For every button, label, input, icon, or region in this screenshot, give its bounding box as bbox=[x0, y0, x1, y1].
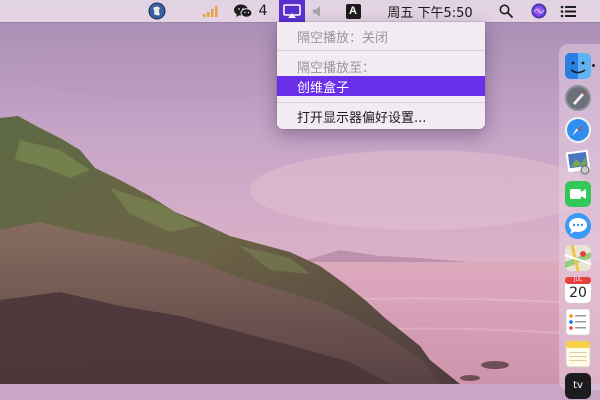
wechat-badge-count: 4 bbox=[258, 3, 268, 19]
notes-icon[interactable] bbox=[564, 340, 592, 368]
messages-icon[interactable] bbox=[564, 212, 592, 240]
airplay-status-item: 隔空播放：关闭 bbox=[277, 26, 485, 46]
menu-separator bbox=[277, 102, 485, 103]
calendar-month: JUL bbox=[574, 277, 582, 283]
control-list-icon[interactable] bbox=[558, 0, 578, 22]
airplay-menu: 隔空播放：关闭 隔空播放至： 创维盒子 打开显示器偏好设置... bbox=[277, 22, 485, 129]
display-preferences-item[interactable]: 打开显示器偏好设置... bbox=[277, 106, 485, 126]
menu-separator bbox=[277, 50, 485, 51]
volume-icon[interactable] bbox=[309, 0, 327, 22]
facetime-icon[interactable] bbox=[564, 180, 592, 208]
input-source-letter: A bbox=[345, 3, 361, 19]
apple-tv-label: tv bbox=[573, 380, 583, 391]
input-source-icon[interactable]: A bbox=[344, 0, 362, 22]
maps-icon[interactable] bbox=[564, 244, 592, 272]
finder-running-indicator bbox=[592, 64, 595, 67]
globe-app-icon[interactable] bbox=[146, 0, 168, 22]
airplay-icon[interactable] bbox=[279, 0, 305, 22]
display-preferences-label: 打开显示器偏好设置... bbox=[297, 110, 427, 126]
launchpad-icon[interactable] bbox=[564, 84, 592, 112]
calendar-icon[interactable]: JUL 20 bbox=[564, 276, 592, 304]
menubar-clock[interactable]: 周五 下午5:50 bbox=[382, 0, 478, 22]
spotlight-search-icon[interactable] bbox=[497, 0, 515, 22]
apple-tv-icon[interactable]: tv bbox=[564, 372, 592, 400]
finder-icon[interactable] bbox=[564, 52, 592, 80]
photo-viewer-icon[interactable] bbox=[564, 148, 592, 176]
airplay-device-item[interactable]: 创维盒子 bbox=[277, 76, 485, 96]
siri-icon[interactable] bbox=[529, 0, 549, 22]
dock: JUL 20 tv bbox=[559, 44, 600, 399]
wechat-icon[interactable] bbox=[231, 0, 255, 22]
menu-bar: 4 A 周五 下午5:50 bbox=[0, 0, 600, 22]
airplay-status-label: 隔空播放：关闭 bbox=[297, 30, 389, 46]
reminders-icon[interactable] bbox=[564, 308, 592, 336]
calendar-day: 20 bbox=[569, 285, 587, 301]
signal-bars-icon[interactable] bbox=[200, 0, 222, 22]
airplay-to-label: 隔空播放至： bbox=[297, 60, 376, 76]
safari-icon[interactable] bbox=[564, 116, 592, 144]
airplay-device-label: 创维盒子 bbox=[297, 80, 350, 96]
airplay-to-header: 隔空播放至： bbox=[277, 56, 485, 76]
